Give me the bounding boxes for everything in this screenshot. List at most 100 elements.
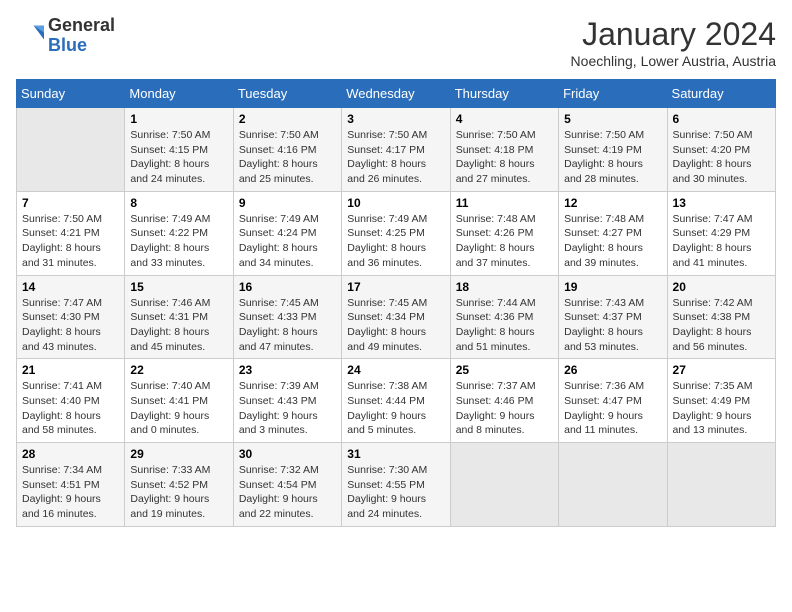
day-number: 31 — [347, 447, 444, 461]
weekday-header: Friday — [559, 80, 667, 108]
calendar-cell: 29Sunrise: 7:33 AMSunset: 4:52 PMDayligh… — [125, 443, 233, 527]
day-content: Sunrise: 7:49 AMSunset: 4:25 PMDaylight:… — [347, 212, 444, 271]
weekday-header-row: SundayMondayTuesdayWednesdayThursdayFrid… — [17, 80, 776, 108]
calendar-cell: 30 Sunrise: 7:32 AMSunset: 4:54 PMDayligh… — [233, 443, 341, 527]
day-number: 30 — [239, 447, 336, 461]
calendar-cell: 19 Sunrise: 7:43 AMSunset: 4:37 PMDayligh… — [559, 275, 667, 359]
day-number: 14 — [22, 280, 119, 294]
calendar-cell — [559, 443, 667, 527]
day-content: Sunrise: 7:40 AMSunset: 4:41 PMDaylight:… — [130, 379, 227, 438]
day-content: Sunrise: 7:39 AMSunset: 4:43 PMDaylight:… — [239, 379, 336, 438]
weekday-header: Tuesday — [233, 80, 341, 108]
calendar-cell: 28 Sunrise: 7:34 AMSunset: 4:51 PMDayligh… — [17, 443, 125, 527]
calendar-cell: 3Sunrise: 7:50 AMSunset: 4:17 PMDaylight… — [342, 108, 450, 192]
day-number: 10 — [347, 196, 444, 210]
calendar-cell: 16 Sunrise: 7:45 AMSunset: 4:33 PMDayligh… — [233, 275, 341, 359]
calendar-cell: 13Sunrise: 7:47 AMSunset: 4:29 PMDayligh… — [667, 191, 775, 275]
day-content: Sunrise: 7:43 AMSunset: 4:37 PMDaylight:… — [564, 296, 661, 355]
day-number: 28 — [22, 447, 119, 461]
day-number: 5 — [564, 112, 661, 126]
day-number: 24 — [347, 363, 444, 377]
day-number: 19 — [564, 280, 661, 294]
day-number: 2 — [239, 112, 336, 126]
day-number: 8 — [130, 196, 227, 210]
calendar-cell — [450, 443, 558, 527]
calendar-cell: 12 Sunrise: 7:48 AMSunset: 4:27 PMDayligh… — [559, 191, 667, 275]
title-block: January 2024 Noechling, Lower Austria, A… — [571, 16, 776, 69]
calendar-week-row: 14 Sunrise: 7:47 AMSunset: 4:30 PMDayligh… — [17, 275, 776, 359]
day-content: Sunrise: 7:49 AMSunset: 4:24 PMDaylight:… — [239, 212, 336, 271]
calendar-cell: 24 Sunrise: 7:38 AMSunset: 4:44 PMDayligh… — [342, 359, 450, 443]
weekday-header: Sunday — [17, 80, 125, 108]
weekday-header: Saturday — [667, 80, 775, 108]
weekday-header: Monday — [125, 80, 233, 108]
day-number: 13 — [673, 196, 770, 210]
day-content: Sunrise: 7:42 AMSunset: 4:38 PMDaylight:… — [673, 296, 770, 355]
calendar-cell: 21 Sunrise: 7:41 AMSunset: 4:40 PMDayligh… — [17, 359, 125, 443]
calendar-cell: 27 Sunrise: 7:35 AMSunset: 4:49 PMDayligh… — [667, 359, 775, 443]
calendar-cell: 11 Sunrise: 7:48 AMSunset: 4:26 PMDayligh… — [450, 191, 558, 275]
calendar-cell: 8 Sunrise: 7:49 AMSunset: 4:22 PMDaylight… — [125, 191, 233, 275]
day-content: Sunrise: 7:38 AMSunset: 4:44 PMDaylight:… — [347, 379, 444, 438]
calendar-cell — [667, 443, 775, 527]
weekday-header: Wednesday — [342, 80, 450, 108]
calendar-week-row: 7Sunrise: 7:50 AMSunset: 4:21 PMDaylight… — [17, 191, 776, 275]
logo-blue: Blue — [48, 35, 87, 55]
day-number: 18 — [456, 280, 553, 294]
day-number: 4 — [456, 112, 553, 126]
day-content: Sunrise: 7:47 AMSunset: 4:30 PMDaylight:… — [22, 296, 119, 355]
day-number: 22 — [130, 363, 227, 377]
day-number: 11 — [456, 196, 553, 210]
day-content: Sunrise: 7:46 AMSunset: 4:31 PMDaylight:… — [130, 296, 227, 355]
day-content: Sunrise: 7:50 AMSunset: 4:18 PMDaylight:… — [456, 128, 553, 187]
day-content: Sunrise: 7:50 AMSunset: 4:19 PMDaylight:… — [564, 128, 661, 187]
calendar-cell: 2Sunrise: 7:50 AMSunset: 4:16 PMDaylight… — [233, 108, 341, 192]
day-content: Sunrise: 7:30 AMSunset: 4:55 PMDaylight:… — [347, 463, 444, 522]
day-content: Sunrise: 7:41 AMSunset: 4:40 PMDaylight:… — [22, 379, 119, 438]
month-year: January 2024 — [571, 16, 776, 53]
day-number: 21 — [22, 363, 119, 377]
day-content: Sunrise: 7:50 AMSunset: 4:20 PMDaylight:… — [673, 128, 770, 187]
day-content: Sunrise: 7:35 AMSunset: 4:49 PMDaylight:… — [673, 379, 770, 438]
day-content: Sunrise: 7:50 AMSunset: 4:17 PMDaylight:… — [347, 128, 444, 187]
day-content: Sunrise: 7:50 AMSunset: 4:21 PMDaylight:… — [22, 212, 119, 271]
day-content: Sunrise: 7:44 AMSunset: 4:36 PMDaylight:… — [456, 296, 553, 355]
calendar-cell: 1Sunrise: 7:50 AMSunset: 4:15 PMDaylight… — [125, 108, 233, 192]
logo: General Blue — [16, 16, 115, 56]
calendar-cell: 9 Sunrise: 7:49 AMSunset: 4:24 PMDaylight… — [233, 191, 341, 275]
calendar-cell: 14 Sunrise: 7:47 AMSunset: 4:30 PMDayligh… — [17, 275, 125, 359]
calendar-cell: 6 Sunrise: 7:50 AMSunset: 4:20 PMDaylight… — [667, 108, 775, 192]
day-number: 9 — [239, 196, 336, 210]
day-number: 20 — [673, 280, 770, 294]
day-content: Sunrise: 7:45 AMSunset: 4:34 PMDaylight:… — [347, 296, 444, 355]
calendar-cell: 22 Sunrise: 7:40 AMSunset: 4:41 PMDayligh… — [125, 359, 233, 443]
day-content: Sunrise: 7:34 AMSunset: 4:51 PMDaylight:… — [22, 463, 119, 522]
calendar-week-row: 28 Sunrise: 7:34 AMSunset: 4:51 PMDayligh… — [17, 443, 776, 527]
day-number: 1 — [130, 112, 227, 126]
day-number: 15 — [130, 280, 227, 294]
calendar-cell: 10 Sunrise: 7:49 AMSunset: 4:25 PMDayligh… — [342, 191, 450, 275]
calendar-week-row: 21 Sunrise: 7:41 AMSunset: 4:40 PMDayligh… — [17, 359, 776, 443]
day-number: 16 — [239, 280, 336, 294]
calendar-cell: 17Sunrise: 7:45 AMSunset: 4:34 PMDayligh… — [342, 275, 450, 359]
day-number: 6 — [673, 112, 770, 126]
day-content: Sunrise: 7:36 AMSunset: 4:47 PMDaylight:… — [564, 379, 661, 438]
location: Noechling, Lower Austria, Austria — [571, 53, 776, 69]
day-content: Sunrise: 7:45 AMSunset: 4:33 PMDaylight:… — [239, 296, 336, 355]
logo-icon — [16, 22, 44, 50]
day-content: Sunrise: 7:48 AMSunset: 4:27 PMDaylight:… — [564, 212, 661, 271]
day-number: 12 — [564, 196, 661, 210]
day-content: Sunrise: 7:32 AMSunset: 4:54 PMDaylight:… — [239, 463, 336, 522]
day-number: 26 — [564, 363, 661, 377]
day-number: 23 — [239, 363, 336, 377]
weekday-header: Thursday — [450, 80, 558, 108]
day-content: Sunrise: 7:48 AMSunset: 4:26 PMDaylight:… — [456, 212, 553, 271]
day-content: Sunrise: 7:37 AMSunset: 4:46 PMDaylight:… — [456, 379, 553, 438]
calendar-cell — [17, 108, 125, 192]
page-header: General Blue January 2024 Noechling, Low… — [16, 16, 776, 69]
day-content: Sunrise: 7:49 AMSunset: 4:22 PMDaylight:… — [130, 212, 227, 271]
calendar-cell: 5 Sunrise: 7:50 AMSunset: 4:19 PMDaylight… — [559, 108, 667, 192]
logo-general: General — [48, 15, 115, 35]
day-number: 27 — [673, 363, 770, 377]
calendar-cell: 15 Sunrise: 7:46 AMSunset: 4:31 PMDayligh… — [125, 275, 233, 359]
